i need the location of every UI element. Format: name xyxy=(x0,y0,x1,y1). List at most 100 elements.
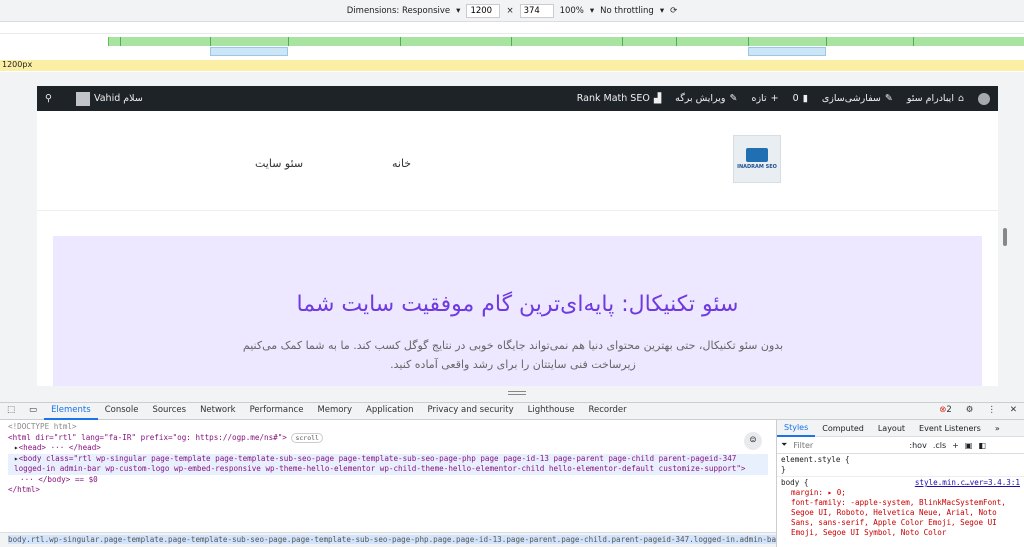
nav-home[interactable]: خانه xyxy=(392,157,411,170)
mq-tick xyxy=(913,37,914,46)
admin-edit-page[interactable]: ✎ ویرایش برگه xyxy=(675,93,737,104)
mq-tick xyxy=(120,37,121,46)
mq-tick xyxy=(676,37,677,46)
nav-seo-site[interactable]: سئو سایت xyxy=(255,157,303,170)
admin-new[interactable]: + تازه xyxy=(751,93,778,104)
tab-elements[interactable]: Elements xyxy=(44,402,98,420)
monitor-icon xyxy=(746,148,768,162)
body-style-rule[interactable]: body {style.min.c…ver=3.4.3:1 margin: ▸ … xyxy=(777,476,1024,539)
resize-handle-bottom[interactable] xyxy=(508,391,526,395)
ruler-bar xyxy=(0,60,1024,71)
elements-breadcrumb[interactable]: body.rtl.wp-singular.page-template.page-… xyxy=(0,532,776,547)
comment-icon: ▮ xyxy=(802,93,808,104)
media-query-bar-empty xyxy=(0,22,1024,34)
emulated-page: ⌂ ایبادرام سئو ✎ سفارشی‌سازی ▮ 0 + تازه ✎ ویر… xyxy=(37,86,998,386)
device-toggle-icon[interactable]: ▭ xyxy=(22,402,44,420)
tab-performance[interactable]: Performance xyxy=(243,402,311,420)
ruler-label: 1200px xyxy=(2,60,33,69)
sidebar-toggle-icon[interactable]: ◧ xyxy=(978,441,986,450)
html-close-node[interactable]: </html> xyxy=(8,485,768,496)
zoom-dropdown[interactable]: 100% xyxy=(560,6,584,16)
plus-icon: + xyxy=(770,93,779,104)
close-icon[interactable]: ✕ xyxy=(1003,402,1024,420)
dimensions-dropdown[interactable]: Dimensions: Responsive xyxy=(347,6,450,16)
site-logo[interactable]: INADRAM SEO xyxy=(733,135,781,183)
width-input[interactable] xyxy=(466,3,501,18)
body-close-node[interactable]: ··· </body> == $0 xyxy=(8,475,768,486)
mq-tick xyxy=(622,37,623,46)
admin-customize[interactable]: ✎ سفارشی‌سازی xyxy=(822,93,893,104)
times-sign: × xyxy=(506,5,514,16)
chevron-down-icon: ▾ xyxy=(456,5,461,16)
admin-account[interactable]: سلام Vahid xyxy=(75,91,143,106)
rotate-icon[interactable]: ⟳ xyxy=(670,6,677,16)
more-icon[interactable]: ⋮ xyxy=(980,402,1003,420)
mq-tick xyxy=(288,37,289,46)
chevron-down-icon: ▾ xyxy=(659,5,665,16)
wp-admin-bar: ⌂ ایبادرام سئو ✎ سفارشی‌سازی ▮ 0 + تازه ✎ ویر… xyxy=(37,86,998,111)
styles-tabbar: Styles Computed Layout Event Listeners » xyxy=(777,420,1024,437)
device-toolbar: Dimensions: Responsive ▾ × 100% ▾ No throt… xyxy=(0,0,1024,22)
font-family-property[interactable]: font-family: -apple-system, BlinkMacSyst… xyxy=(781,498,1020,538)
pencil-icon: ✎ xyxy=(729,93,738,104)
error-badge[interactable]: ⊗2 xyxy=(932,402,959,420)
mq-tick xyxy=(210,37,211,46)
filter-icon: ⏷ xyxy=(781,440,788,449)
chevron-right-icon[interactable]: » xyxy=(988,424,1007,433)
styles-filter-row: ⏷ :hov .cls + ▣ ◧ xyxy=(777,437,1024,454)
admin-site-name[interactable]: ⌂ ایبادرام سئو xyxy=(907,93,964,104)
search-icon[interactable]: ⚲ xyxy=(45,93,52,104)
hero-section: سئو تکنیکال: پایه‌ای‌ترین گام موفقیت سای… xyxy=(53,236,982,386)
site-header: INADRAM SEO خانه سئو سایت xyxy=(37,111,998,211)
styles-sidebar: Styles Computed Layout Event Listeners »… xyxy=(776,420,1024,547)
media-query-bar-min-width[interactable] xyxy=(748,47,826,56)
media-query-bar-min-width[interactable] xyxy=(210,47,288,56)
paint-icon[interactable]: ▣ xyxy=(965,441,973,450)
tab-recorder[interactable]: Recorder xyxy=(581,402,633,420)
html-node[interactable]: <html dir="rtl" lang="fa-IR" prefix="og:… xyxy=(8,432,768,444)
throttle-dropdown[interactable]: No throttling xyxy=(600,6,654,16)
cls-button[interactable]: .cls xyxy=(933,441,946,450)
scroll-badge[interactable]: scroll xyxy=(291,432,323,443)
brush-icon: ✎ xyxy=(884,93,893,104)
mq-tick xyxy=(748,37,749,46)
tab-sources[interactable]: Sources xyxy=(145,402,193,420)
admin-rank-math[interactable]: ▟ Rank Math SEO xyxy=(577,93,661,104)
stylesheet-link[interactable]: style.min.c…ver=3.4.3:1 xyxy=(915,478,1020,488)
gear-icon[interactable]: ⚙ xyxy=(959,402,981,420)
chevron-down-icon: ▾ xyxy=(589,5,595,16)
hero-text: بدون سئو تکنیکال، حتی بهترین محتوای دنیا… xyxy=(242,339,784,371)
tab-application[interactable]: Application xyxy=(359,402,421,420)
elements-tree: <!DOCTYPE html> <html dir="rtl" lang="fa… xyxy=(0,420,776,532)
mq-tick xyxy=(511,37,512,46)
element-style-rule[interactable]: element.style {} xyxy=(777,454,1024,476)
height-input[interactable] xyxy=(519,3,554,18)
hero-title: سئو تکنیکال: پایه‌ای‌ترین گام موفقیت سای… xyxy=(296,292,739,317)
chart-icon: ▟ xyxy=(653,93,662,104)
margin-property[interactable]: margin: ▸ 0; xyxy=(781,488,1020,498)
tab-memory[interactable]: Memory xyxy=(310,402,359,420)
plus-icon[interactable]: + xyxy=(952,441,959,450)
head-node[interactable]: ▸<head> ··· </head> xyxy=(8,443,768,454)
filter-input[interactable] xyxy=(793,440,904,450)
dashboard-icon: ⌂ xyxy=(957,93,964,104)
tab-console[interactable]: Console xyxy=(98,402,146,420)
avatar xyxy=(75,91,90,106)
tab-computed[interactable]: Computed xyxy=(815,424,871,433)
tab-event-listeners[interactable]: Event Listeners xyxy=(912,424,988,433)
doctype-node[interactable]: <!DOCTYPE html> xyxy=(8,422,768,433)
body-node[interactable]: ▸<body class="rtl wp-singular page-templ… xyxy=(8,453,768,475)
tab-network[interactable]: Network xyxy=(193,402,243,420)
devtools-tabbar: ⬚ ▭ Elements Console Sources Network Per… xyxy=(0,402,1024,420)
tab-lighthouse[interactable]: Lighthouse xyxy=(521,402,582,420)
tab-layout[interactable]: Layout xyxy=(871,424,912,433)
admin-comments[interactable]: ▮ 0 xyxy=(793,93,808,104)
inspect-icon[interactable]: ⬚ xyxy=(0,402,22,420)
media-query-bar-max-width[interactable] xyxy=(108,37,1024,46)
hov-button[interactable]: :hov xyxy=(909,441,926,450)
tab-styles[interactable]: Styles xyxy=(777,420,816,437)
accessibility-icon[interactable]: ☺ xyxy=(744,432,762,450)
wp-logo-icon[interactable] xyxy=(978,92,990,105)
resize-handle-right[interactable] xyxy=(1003,228,1007,246)
tab-privacy[interactable]: Privacy and security xyxy=(421,402,521,420)
